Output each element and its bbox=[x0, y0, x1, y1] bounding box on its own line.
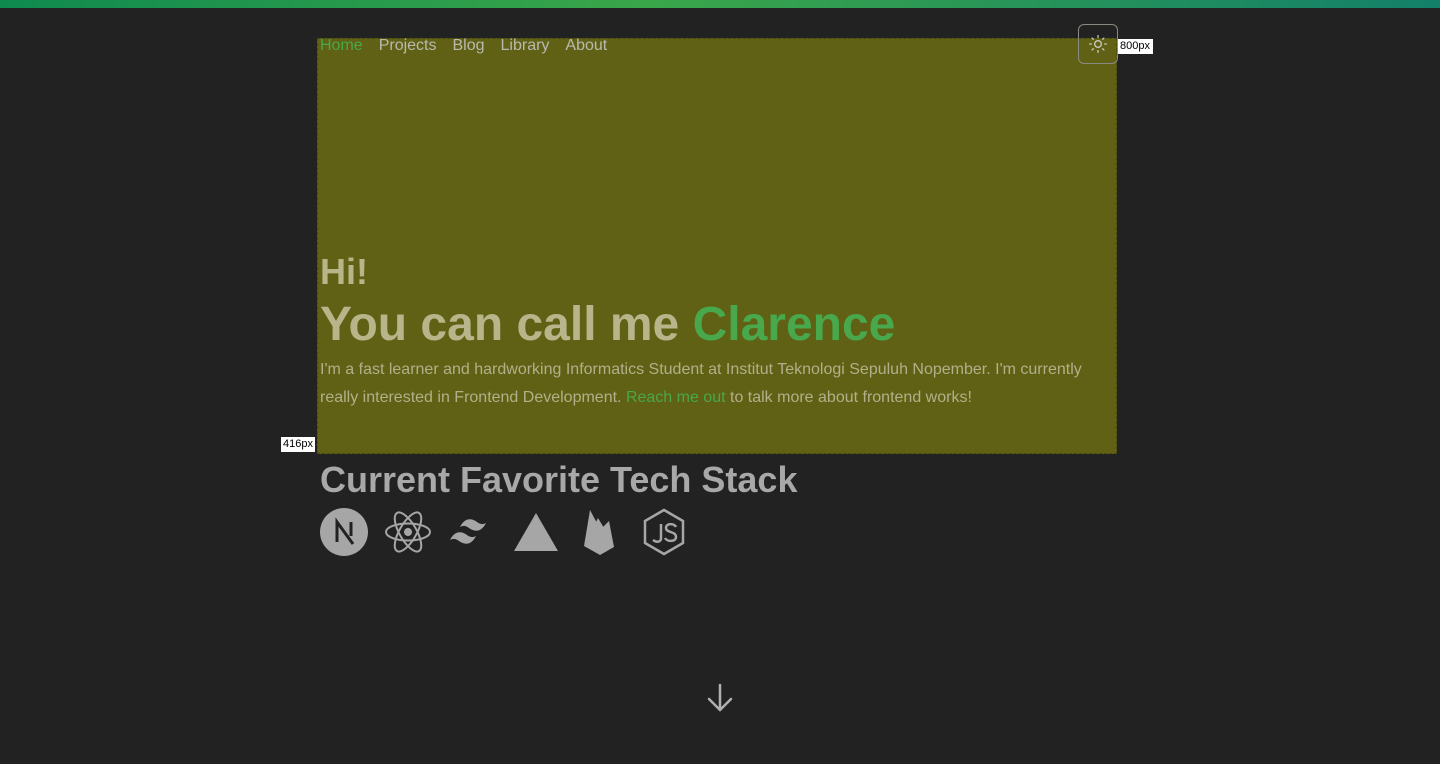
theme-toggle-button[interactable] bbox=[1078, 24, 1118, 64]
nav-projects[interactable]: Projects bbox=[379, 34, 437, 58]
nav-library[interactable]: Library bbox=[501, 34, 550, 58]
hero-headline: You can call me Clarence bbox=[320, 296, 895, 354]
tech-stack-icons bbox=[320, 508, 688, 556]
scroll-down-button[interactable] bbox=[704, 682, 736, 714]
react-icon[interactable] bbox=[384, 508, 432, 556]
vercel-icon[interactable] bbox=[512, 508, 560, 556]
intro-text-2: to talk more about frontend works! bbox=[725, 389, 972, 406]
overlay-height-label: 416px bbox=[281, 437, 315, 452]
reach-me-out-link[interactable]: Reach me out bbox=[626, 389, 726, 406]
nextjs-icon[interactable] bbox=[320, 508, 368, 556]
sun-icon bbox=[1089, 35, 1107, 53]
top-gradient-bar bbox=[0, 0, 1440, 8]
overlay-width-label: 800px bbox=[1117, 39, 1153, 54]
firebase-icon[interactable] bbox=[576, 508, 624, 556]
nav-about[interactable]: About bbox=[565, 34, 607, 58]
main-nav: Home Projects Blog Library About bbox=[320, 34, 607, 58]
tailwindcss-icon[interactable] bbox=[448, 508, 496, 556]
headline-prefix: You can call me bbox=[320, 298, 693, 351]
hero-greeting: Hi! bbox=[320, 251, 368, 292]
nav-home[interactable]: Home bbox=[320, 34, 363, 58]
arrow-down-icon bbox=[707, 683, 733, 712]
nodejs-icon[interactable] bbox=[640, 508, 688, 556]
headline-name: Clarence bbox=[692, 298, 896, 351]
nav-blog[interactable]: Blog bbox=[452, 34, 484, 58]
hero-intro: I'm a fast learner and hardworking Infor… bbox=[320, 356, 1110, 412]
tech-stack-title: Current Favorite Tech Stack bbox=[320, 459, 798, 500]
